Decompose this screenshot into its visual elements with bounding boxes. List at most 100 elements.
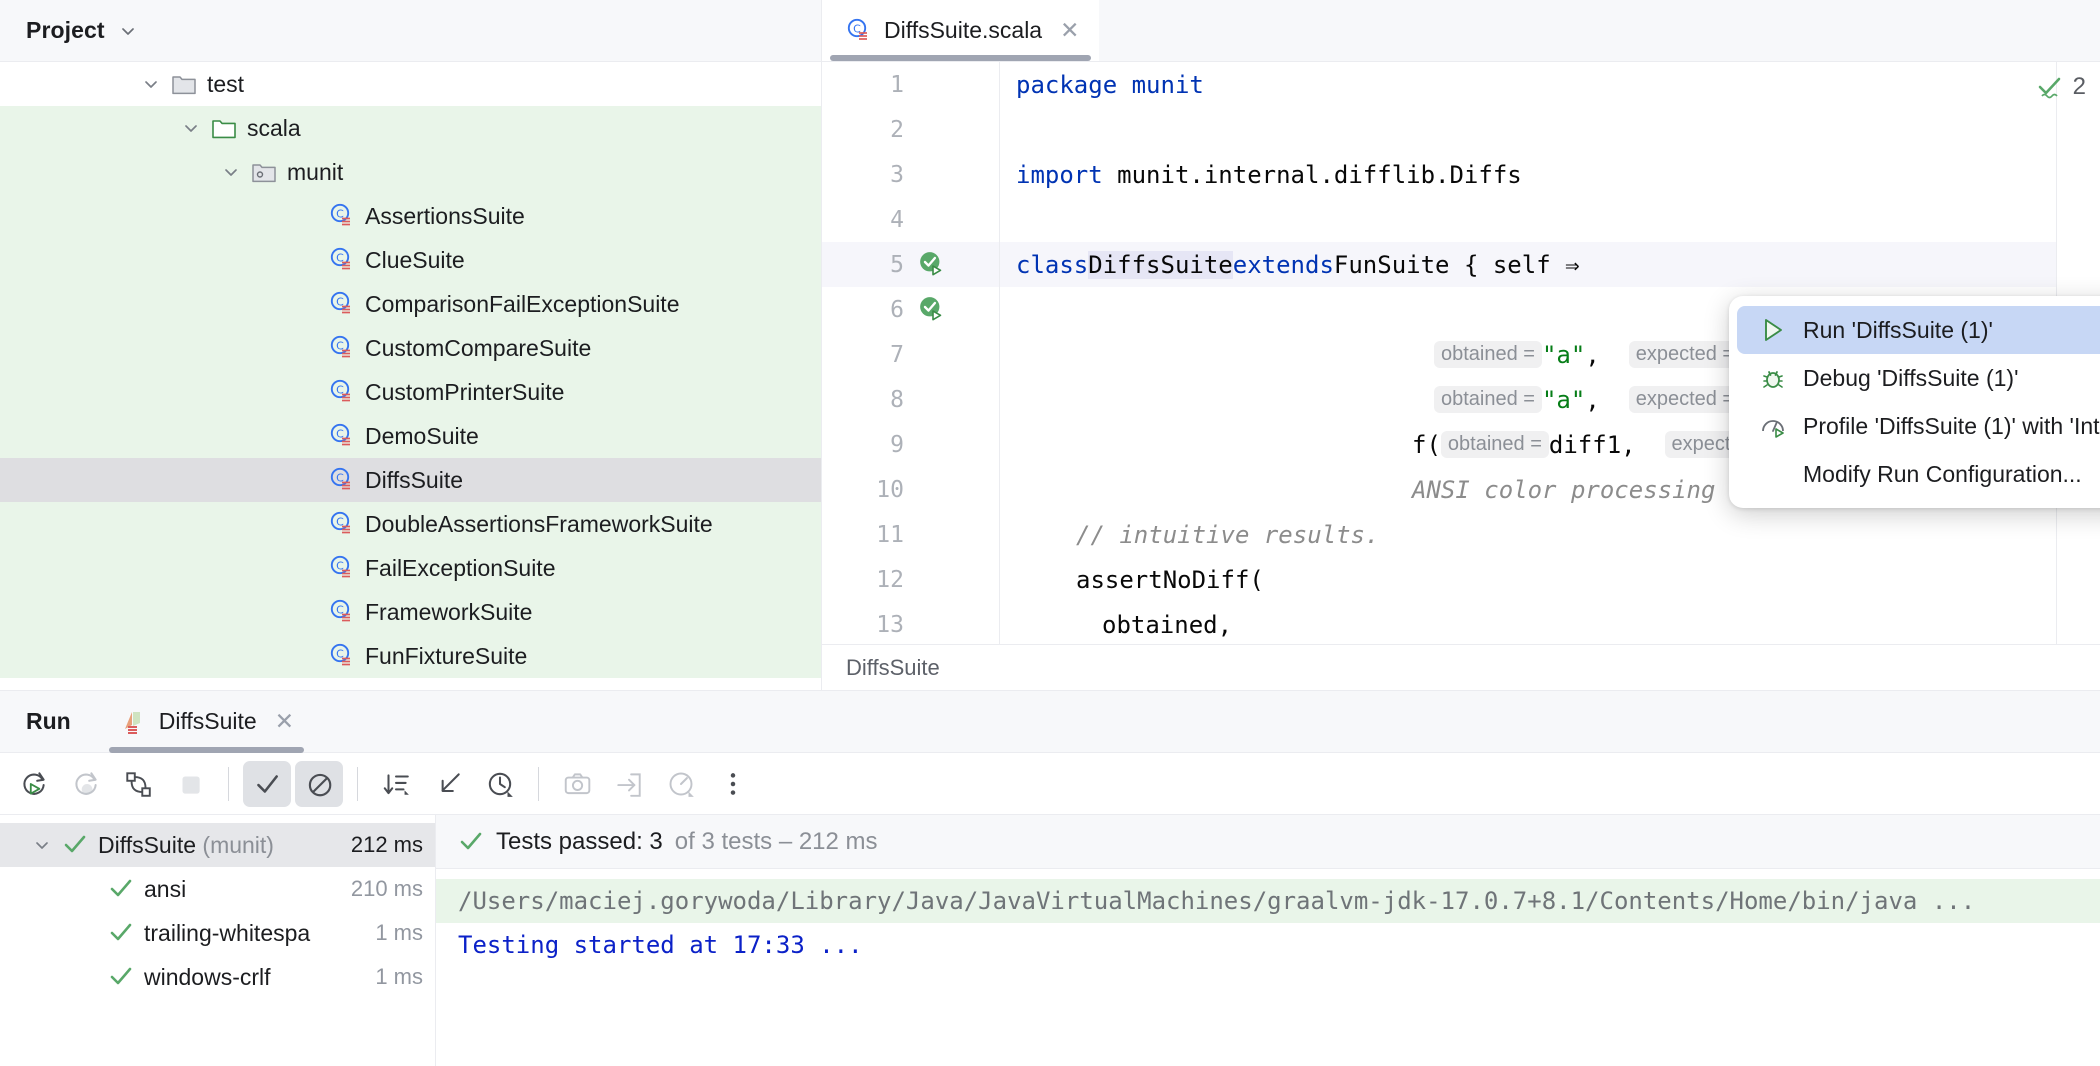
close-icon[interactable]: ✕ — [275, 708, 294, 735]
test-status-bar: Tests passed: 3 of 3 tests – 212 ms — [436, 815, 2100, 869]
scala-class-icon: C — [328, 466, 356, 494]
test-passed-icon — [108, 920, 134, 946]
chevron-down-icon[interactable] — [32, 835, 52, 855]
screenshot-button — [553, 761, 601, 807]
scala-class-icon: C — [328, 202, 356, 230]
console-line: Process finished with exit code 0 — [436, 1055, 2100, 1066]
project-tree-item[interactable]: CClueSuite — [0, 238, 821, 282]
editor-area: C DiffsSuite.scala ✕ 12345678910111213 p… — [822, 0, 2100, 690]
project-tree-item[interactable]: CCustomPrinterSuite — [0, 370, 821, 414]
tree-spacer — [299, 382, 319, 402]
run-success-gutter-icon[interactable] — [918, 295, 948, 325]
more-options-icon — [718, 769, 748, 799]
project-tree-item[interactable]: CComparisonFailExceptionSuite — [0, 282, 821, 326]
project-tree-item-label: ClueSuite — [365, 247, 465, 274]
project-panel-header[interactable]: Project — [0, 0, 821, 62]
context-menu-item[interactable]: Modify Run Configuration... — [1737, 450, 2100, 498]
code-keyword-class: class — [1016, 251, 1088, 279]
code-comment-intuitive: // intuitive results. — [1076, 521, 1379, 549]
sort-icon — [381, 769, 411, 799]
project-tree-item[interactable]: CFunFixtureSuite — [0, 634, 821, 678]
chevron-down-icon[interactable] — [221, 162, 241, 182]
project-tree-item[interactable]: test — [0, 62, 821, 106]
project-tree-item[interactable]: CDiffsSuite — [0, 458, 821, 502]
run-success-gutter-icon[interactable] — [918, 250, 948, 280]
tree-spacer — [299, 514, 319, 534]
run-tab-diffssuite[interactable]: DiffsSuite ✕ — [105, 691, 308, 753]
param-hint-obtained: obtained = — [1441, 431, 1549, 458]
code-line-3: import munit.internal.difflib.Diffs — [1000, 152, 2100, 197]
test-passed-icon — [108, 964, 134, 990]
editor-gutter[interactable]: 12345678910111213 — [822, 62, 1000, 644]
test-tree-row[interactable]: trailing-whitespa1 ms — [0, 911, 435, 955]
console-output[interactable]: /Users/maciej.gorywoda/Library/Java/Java… — [436, 869, 2100, 1066]
chevron-down-icon[interactable] — [141, 74, 161, 94]
rerun-tests-icon — [19, 769, 49, 799]
show-passed-button[interactable] — [243, 761, 291, 807]
context-menu-item[interactable]: Profile 'DiffsSuite (1)' with 'IntelliJ … — [1737, 402, 2100, 450]
editor-tab-diffssuite[interactable]: C DiffsSuite.scala ✕ — [822, 0, 1099, 61]
sort-button[interactable] — [372, 761, 420, 807]
history-button[interactable] — [476, 761, 524, 807]
test-name: ansi — [144, 876, 341, 903]
test-tree-row[interactable]: ansi210 ms — [0, 867, 435, 911]
tree-spacer — [299, 558, 319, 578]
param-hint-expected: expected = — [1629, 341, 1741, 368]
stop-button — [166, 761, 214, 807]
test-status-main: Tests passed: 3 — [496, 828, 663, 856]
param-hint-obtained: obtained = — [1434, 341, 1542, 368]
project-tree-item[interactable]: CDoubleAssertionsFrameworkSuite — [0, 502, 821, 546]
stop-icon — [175, 769, 205, 799]
context-menu-item-label: Run 'DiffsSuite (1)' — [1803, 317, 2100, 344]
scala-class-icon: C — [328, 422, 356, 450]
test-tree-row[interactable]: DiffsSuite (munit)212 ms — [0, 823, 435, 867]
rerun-failed-icon — [71, 769, 101, 799]
project-tree-item[interactable]: CDemoSuite — [0, 414, 821, 458]
coverage-button — [657, 761, 705, 807]
project-tree-item[interactable]: CCustomCompareSuite — [0, 326, 821, 370]
gutter-row: 5 — [822, 242, 999, 287]
tree-spacer — [299, 426, 319, 446]
project-tree-item[interactable]: scala — [0, 106, 821, 150]
code-call-assertnodiff: assertNoDiff( — [1076, 566, 1264, 594]
project-file-tree[interactable]: testscalamunitCAssertionsSuiteCClueSuite… — [0, 62, 821, 690]
collapse-all-button[interactable] — [424, 761, 472, 807]
code-arg-diff1: diff1, — [1549, 431, 1636, 459]
tree-spacer — [299, 206, 319, 226]
show-passed-icon — [252, 769, 282, 799]
line-number: 7 — [822, 342, 904, 368]
toggle-auto-test-button[interactable] — [114, 761, 162, 807]
test-tree-row[interactable]: windows-crlf1 ms — [0, 955, 435, 999]
test-results-tree[interactable]: DiffsSuite (munit)212 msansi210 mstraili… — [0, 815, 436, 1066]
project-tree-item[interactable]: CFrameworkSuite — [0, 590, 821, 634]
chevron-down-icon[interactable] — [119, 22, 137, 40]
show-ignored-button[interactable] — [295, 761, 343, 807]
project-tree-item[interactable]: munit — [0, 150, 821, 194]
project-tree-item[interactable]: CAssertionsSuite — [0, 194, 821, 238]
gutter-row: 2 — [822, 107, 999, 152]
line-number: 6 — [822, 297, 904, 323]
chevron-down-icon[interactable] — [181, 118, 201, 138]
gutter-row: 8 — [822, 377, 999, 422]
rerun-tests-button[interactable] — [10, 761, 58, 807]
close-icon[interactable]: ✕ — [1060, 17, 1079, 44]
console-line: Testing started at 17:33 ... — [436, 923, 2100, 967]
scala-class-icon: C — [328, 378, 356, 406]
context-menu-item[interactable]: Run 'DiffsSuite (1)'^⇧R — [1737, 306, 2100, 354]
scala-class-icon: C — [844, 16, 872, 44]
project-tree-item-label: FailExceptionSuite — [365, 555, 556, 582]
run-context-menu[interactable]: Run 'DiffsSuite (1)'^⇧RDebug 'DiffsSuite… — [1729, 296, 2100, 508]
gutter-row: 1 — [822, 62, 999, 107]
context-menu-item[interactable]: Debug 'DiffsSuite (1)'^⇧D — [1737, 354, 2100, 402]
code-string-a: "a" — [1542, 386, 1585, 414]
more-options-button[interactable] — [709, 761, 757, 807]
project-tree-item[interactable]: CFailExceptionSuite — [0, 546, 821, 590]
inspection-widget[interactable]: 2 — [2035, 72, 2086, 102]
toolbar-separator — [357, 767, 358, 801]
breadcrumb[interactable]: DiffsSuite — [822, 644, 2100, 690]
test-framework: (munit) — [202, 832, 274, 858]
project-tree-item-label: FrameworkSuite — [365, 599, 532, 626]
project-tool-window: Project testscalamunitCAssertionsSuiteCC… — [0, 0, 822, 690]
test-name: DiffsSuite (munit) — [98, 832, 341, 859]
check-icon — [458, 829, 484, 855]
